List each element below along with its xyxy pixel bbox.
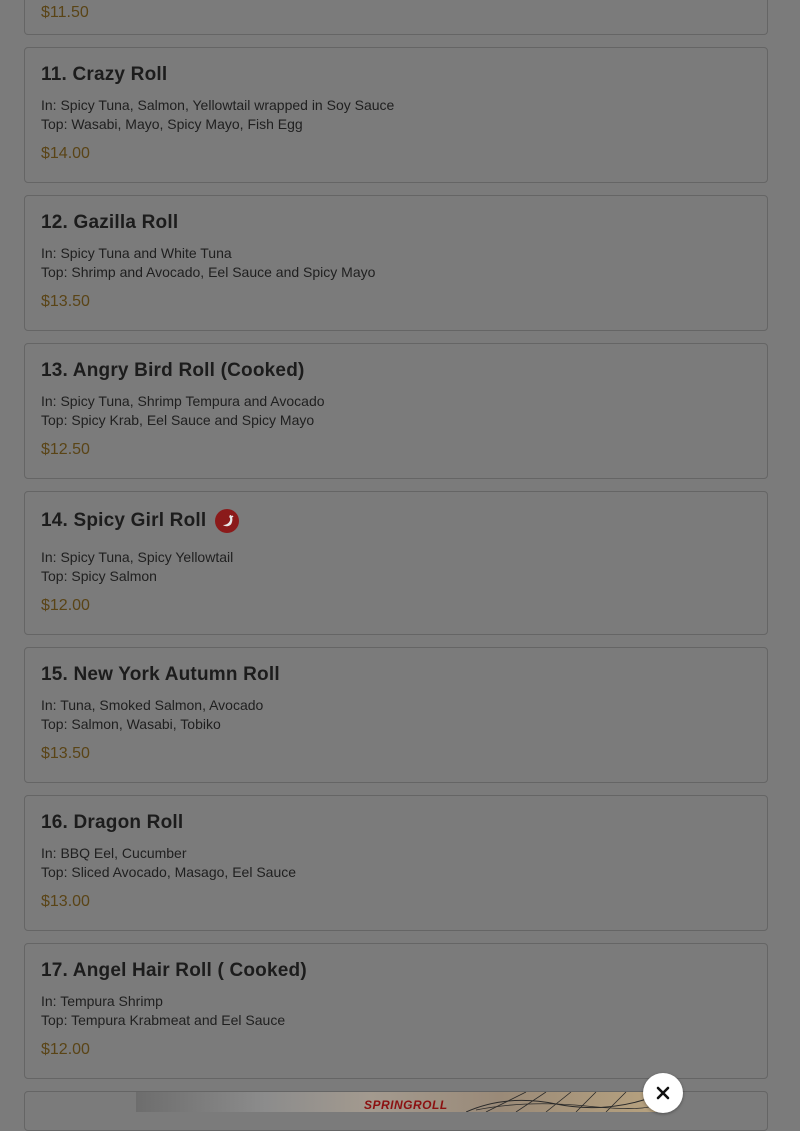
item-toppings: Top: Shrimp and Avocado, Eel Sauce and S…: [41, 264, 376, 280]
item-toppings: Top: Tempura Krabmeat and Eel Sauce: [41, 1012, 286, 1028]
item-price: $12.00: [41, 597, 90, 614]
item-toppings: Top: Spicy Krab, Eel Sauce and Spicy May…: [41, 412, 315, 428]
item-price: $12.00: [41, 1041, 90, 1058]
item-ingredients: In: Spicy Tuna, Salmon, Yellowtail wrapp…: [41, 97, 395, 113]
item-name: 14. Spicy Girl Roll: [41, 510, 207, 531]
item-price: $12.50: [41, 441, 90, 458]
menu-item-card[interactable]: $11.50: [24, 0, 768, 35]
item-ingredients: In: Spicy Tuna and White Tuna: [41, 245, 232, 261]
menu-item-card[interactable]: 13. Angry Bird Roll (Cooked) In: Spicy T…: [24, 343, 768, 479]
item-name: 16. Dragon Roll: [41, 812, 184, 833]
item-toppings: Top: Wasabi, Mayo, Spicy Mayo, Fish Egg: [41, 116, 303, 132]
promo-text: SPRINGROLL: [364, 1098, 448, 1112]
chili-pepper-icon: [215, 509, 240, 533]
item-ingredients: In: Tempura Shrimp: [41, 993, 163, 1009]
item-ingredients: In: BBQ Eel, Cucumber: [41, 845, 187, 861]
item-description: In: Tuna, Smoked Salmon, Avocado Top: Sa…: [41, 696, 751, 734]
item-price: $11.50: [41, 4, 89, 21]
menu-item-card[interactable]: 12. Gazilla Roll In: Spicy Tuna and Whit…: [24, 195, 768, 331]
close-popup-button[interactable]: [643, 1073, 683, 1113]
item-description: In: Spicy Tuna, Salmon, Yellowtail wrapp…: [41, 96, 751, 134]
item-price: $13.00: [41, 893, 90, 910]
close-icon: [656, 1086, 670, 1100]
item-name: 11. Crazy Roll: [41, 64, 168, 85]
item-price: $13.50: [41, 293, 90, 310]
item-toppings: Top: Sliced Avocado, Masago, Eel Sauce: [41, 864, 297, 880]
menu-item-card[interactable]: 15. New York Autumn Roll In: Tuna, Smoke…: [24, 647, 768, 783]
item-ingredients: In: Tuna, Smoked Salmon, Avocado: [41, 697, 264, 713]
item-toppings: Top: Salmon, Wasabi, Tobiko: [41, 716, 221, 732]
item-name: 17. Angel Hair Roll ( Cooked): [41, 960, 307, 981]
promo-popup-image[interactable]: SPRINGROLL: [136, 1092, 656, 1112]
item-price: $13.50: [41, 745, 90, 762]
item-name: 12. Gazilla Roll: [41, 212, 179, 233]
item-name: 13. Angry Bird Roll (Cooked): [41, 360, 305, 381]
item-ingredients: In: Spicy Tuna, Spicy Yellowtail: [41, 549, 234, 565]
item-description: In: Tempura Shrimp Top: Tempura Krabmeat…: [41, 992, 751, 1030]
item-toppings: Top: Spicy Salmon: [41, 568, 157, 584]
item-description: In: Spicy Tuna and White Tuna Top: Shrim…: [41, 244, 751, 282]
item-price: $14.00: [41, 145, 90, 162]
item-description: In: BBQ Eel, Cucumber Top: Sliced Avocad…: [41, 844, 751, 882]
item-name: 15. New York Autumn Roll: [41, 664, 280, 685]
menu-item-card[interactable]: 11. Crazy Roll In: Spicy Tuna, Salmon, Y…: [24, 47, 768, 183]
menu-item-card[interactable]: 16. Dragon Roll In: BBQ Eel, Cucumber To…: [24, 795, 768, 931]
item-description: In: Spicy Tuna, Shrimp Tempura and Avoca…: [41, 392, 751, 430]
item-description: In: Spicy Tuna, Spicy Yellowtail Top: Sp…: [41, 548, 751, 586]
menu-item-card[interactable]: 14. Spicy Girl Roll In: Spicy Tuna, Spic…: [24, 491, 768, 635]
menu-list: $11.50 11. Crazy Roll In: Spicy Tuna, Sa…: [24, 0, 768, 1131]
menu-item-card[interactable]: 17. Angel Hair Roll ( Cooked) In: Tempur…: [24, 943, 768, 1079]
spiderweb-decoration: [466, 1092, 656, 1112]
item-ingredients: In: Spicy Tuna, Shrimp Tempura and Avoca…: [41, 393, 325, 409]
